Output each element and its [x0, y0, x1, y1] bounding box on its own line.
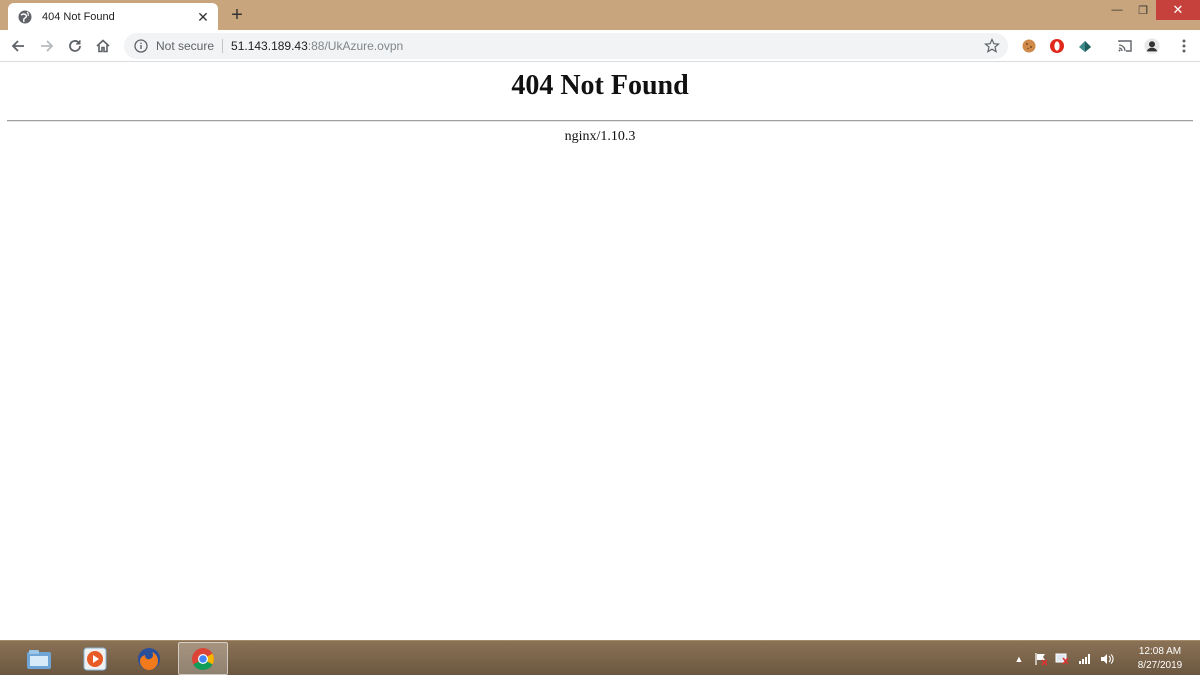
server-signature: nginx/1.10.3: [564, 129, 636, 144]
firefox-icon: [136, 646, 162, 672]
minimize-button[interactable]: —: [1104, 0, 1130, 20]
cast-icon[interactable]: [1117, 38, 1133, 54]
taskbar-chrome[interactable]: [178, 642, 228, 675]
reload-icon: [67, 38, 83, 54]
volume-icon[interactable]: [1098, 650, 1116, 668]
forward-button[interactable]: [35, 34, 59, 58]
reload-button[interactable]: [63, 34, 87, 58]
taskbar: ▲ 12:08 AM 8/27/2019: [0, 640, 1200, 675]
browser-toolbar: Not secure 51.143.189.43:88/UkAzure.ovpn: [0, 30, 1200, 62]
window-controls: — ❐ ✕: [1104, 0, 1200, 20]
security-status[interactable]: Not secure: [156, 39, 214, 53]
back-arrow-icon: [10, 38, 26, 54]
back-button[interactable]: [6, 34, 30, 58]
address-bar[interactable]: Not secure 51.143.189.43:88/UkAzure.ovpn: [124, 33, 1008, 59]
home-button[interactable]: [91, 34, 115, 58]
show-hidden-icons-icon[interactable]: ▲: [1010, 650, 1028, 668]
cookie-extension-icon[interactable]: [1021, 38, 1037, 54]
menu-dots-icon[interactable]: [1176, 38, 1192, 54]
tab-close-icon[interactable]: ✕: [196, 10, 210, 24]
home-icon: [95, 38, 111, 54]
page-title: 404 Not Found: [511, 70, 689, 101]
network-warning-icon[interactable]: [1054, 650, 1072, 668]
info-icon[interactable]: [134, 39, 148, 53]
system-tray: ▲ 12:08 AM 8/27/2019: [1010, 641, 1200, 675]
forward-arrow-icon: [39, 38, 55, 54]
media-player-icon: [82, 646, 108, 672]
taskbar-firefox[interactable]: [124, 642, 174, 675]
restore-button[interactable]: ❐: [1130, 0, 1156, 20]
url-text[interactable]: 51.143.189.43:88/UkAzure.ovpn: [231, 39, 403, 53]
url-path: :88/UkAzure.ovpn: [307, 39, 404, 53]
close-window-button[interactable]: ✕: [1156, 0, 1200, 20]
clock-date: 8/27/2019: [1137, 659, 1183, 671]
action-center-flag-icon[interactable]: [1032, 650, 1050, 668]
horizontal-rule: [7, 120, 1193, 122]
signal-strength-icon[interactable]: [1076, 650, 1094, 668]
opera-extension-icon[interactable]: [1049, 38, 1065, 54]
new-tab-button[interactable]: +: [226, 4, 248, 26]
tab-strip: 404 Not Found ✕ + — ❐ ✕: [0, 0, 1200, 30]
page-content: 404 Not Found nginx/1.10.3: [0, 63, 1200, 640]
windows-explorer-icon: [25, 647, 53, 671]
star-icon[interactable]: [984, 38, 1000, 54]
tab-title: 404 Not Found: [42, 10, 115, 23]
vpn-extension-icon[interactable]: [1077, 38, 1093, 54]
taskbar-explorer[interactable]: [14, 642, 64, 675]
url-host: 51.143.189.43: [231, 39, 308, 53]
clock-time: 12:08 AM: [1138, 645, 1182, 657]
tab-active[interactable]: 404 Not Found ✕: [8, 3, 218, 30]
globe-icon: [18, 10, 32, 24]
taskbar-media-player[interactable]: [70, 642, 120, 675]
chrome-icon: [190, 646, 216, 672]
omnibox-separator: [222, 39, 224, 53]
system-clock[interactable]: 12:08 AM 8/27/2019: [1120, 645, 1200, 673]
profile-avatar-icon[interactable]: [1144, 37, 1160, 54]
